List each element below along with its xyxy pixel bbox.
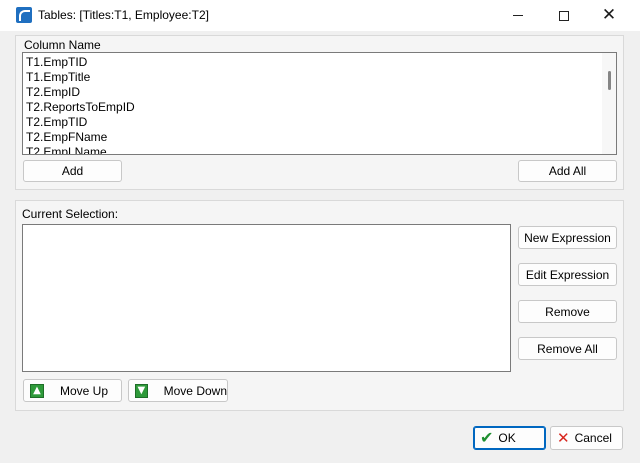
current-selection-list[interactable] <box>22 224 511 372</box>
minimize-icon <box>513 15 523 16</box>
new-expression-button[interactable]: New Expression <box>518 226 617 249</box>
column-list-scrollbar[interactable] <box>602 53 616 154</box>
down-arrow-icon: ▼ <box>135 383 148 398</box>
move-up-button[interactable]: ▲ Move Up <box>23 379 122 402</box>
list-item[interactable]: T2.EmpID <box>26 85 616 100</box>
cancel-button[interactable]: ✕ Cancel <box>550 426 623 450</box>
minimize-button[interactable] <box>495 0 541 31</box>
list-item[interactable]: T1.EmpTID <box>26 55 616 70</box>
list-item[interactable]: T2.EmpLName <box>26 145 616 154</box>
maximize-button[interactable] <box>541 0 587 31</box>
app-icon <box>16 7 32 23</box>
move-up-label: Move Up <box>60 383 109 398</box>
x-icon: ✕ <box>557 428 570 447</box>
column-list[interactable]: T1.EmpTID T1.EmpTitle T2.EmpID T2.Report… <box>22 52 617 155</box>
maximize-icon <box>559 10 569 21</box>
remove-button[interactable]: Remove <box>518 300 617 323</box>
column-name-label: Column Name <box>24 38 101 52</box>
close-button[interactable]: ✕ <box>586 0 632 31</box>
add-button[interactable]: Add <box>23 160 122 182</box>
up-arrow-icon: ▲ <box>30 383 44 398</box>
ok-button[interactable]: ✔ OK <box>473 426 546 450</box>
current-selection-label: Current Selection: <box>22 207 119 221</box>
window-title: Tables: [Titles:T1, Employee:T2] <box>38 8 209 22</box>
close-icon: ✕ <box>601 5 617 25</box>
cancel-label: Cancel <box>574 431 612 445</box>
title-bar: Tables: [Titles:T1, Employee:T2] ✕ <box>0 0 640 31</box>
remove-all-button[interactable]: Remove All <box>518 337 617 360</box>
list-item[interactable]: T1.EmpTitle <box>26 70 616 85</box>
list-item[interactable]: T2.ReportsToEmpID <box>26 100 616 115</box>
ok-label: OK <box>498 431 516 445</box>
check-icon: ✔ <box>480 428 494 447</box>
list-item[interactable]: T2.EmpTID <box>26 115 616 130</box>
move-down-label: Move Down <box>163 383 227 398</box>
list-item[interactable]: T2.EmpFName <box>26 130 616 145</box>
scroll-thumb[interactable] <box>608 71 611 90</box>
add-all-button[interactable]: Add All <box>518 160 617 182</box>
edit-expression-button[interactable]: Edit Expression <box>518 263 617 286</box>
move-down-button[interactable]: ▼ Move Down <box>128 379 228 402</box>
